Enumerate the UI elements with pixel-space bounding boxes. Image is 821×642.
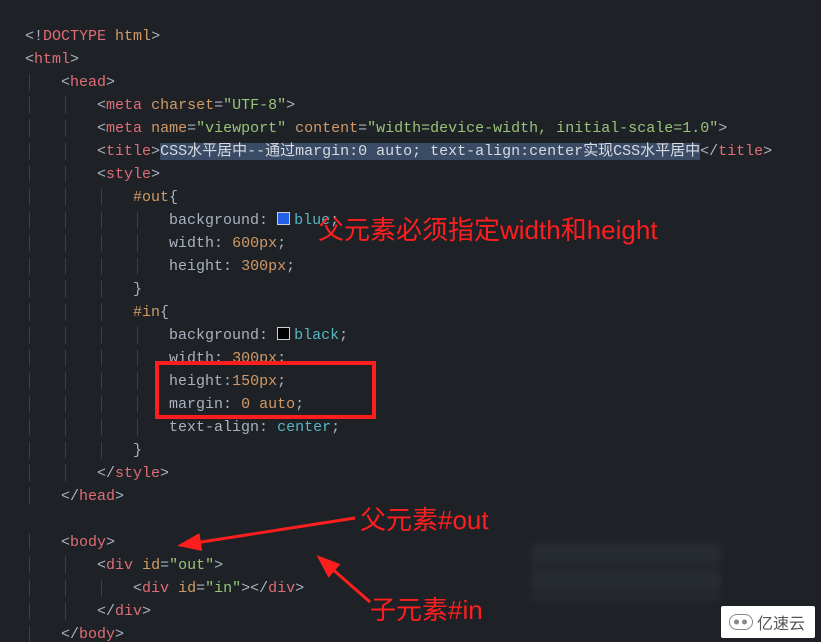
val-300px-h: 300px (241, 258, 286, 275)
blue-swatch (277, 212, 290, 225)
sel-out: #out (133, 189, 169, 206)
tag-body-open: body (70, 534, 106, 551)
prop-width-out: width (169, 235, 214, 252)
attr-charset: charset (151, 97, 214, 114)
val-inq: "in" (205, 580, 241, 597)
val-0: 0 (241, 396, 250, 413)
tag-div-in-open: div (142, 580, 169, 597)
attr-name: name (151, 120, 187, 137)
val-600px: 600px (232, 235, 277, 252)
val-content: "width=device-width, initial-scale=1.0" (367, 120, 718, 137)
watermark-logo: 亿速云 (721, 606, 815, 638)
tag-meta1: meta (106, 97, 142, 114)
prop-height-in: height (169, 373, 223, 390)
tag-div-out-close: div (115, 603, 142, 620)
prop-margin: margin (169, 396, 223, 413)
val-viewport: "viewport" (196, 120, 286, 137)
tag-head-close: head (79, 488, 115, 505)
doctype-kw: DOCTYPE (43, 28, 106, 45)
blurred-region (531, 542, 721, 602)
attr-id-in: id (178, 580, 196, 597)
val-black: black (294, 327, 339, 344)
tag-title-open: title (106, 143, 151, 160)
prop-bg-out: background (169, 212, 259, 229)
attr-id-out: id (142, 557, 160, 574)
sel-in: #in (133, 304, 160, 321)
val-utf8: "UTF-8" (223, 97, 286, 114)
tag-title-close: title (718, 143, 763, 160)
prop-height-out: height (169, 258, 223, 275)
val-outq: "out" (169, 557, 214, 574)
prop-text-align: text-align (169, 419, 259, 436)
attr-content: content (295, 120, 358, 137)
tag-div-out-open: div (106, 557, 133, 574)
tag-style-open: style (106, 166, 151, 183)
val-300px-w: 300px (232, 350, 277, 367)
val-blue: blue (294, 212, 330, 229)
val-auto: auto (259, 396, 295, 413)
tag-body-close: body (79, 626, 115, 642)
val-150px: 150px (232, 373, 277, 390)
prop-bg-in: background (169, 327, 259, 344)
tag-meta2: meta (106, 120, 142, 137)
tag-head-open: head (70, 74, 106, 91)
tag-div-in-close: div (268, 580, 295, 597)
tag-style-close: style (115, 465, 160, 482)
doctype-val: html (115, 28, 151, 45)
prop-width-in: width (169, 350, 214, 367)
tag-html-open: html (34, 51, 70, 68)
title-text-selection[interactable]: CSS水平居中--通过margin:0 auto; text-align:cen… (160, 143, 700, 160)
black-swatch (277, 327, 290, 340)
val-center: center (277, 419, 331, 436)
